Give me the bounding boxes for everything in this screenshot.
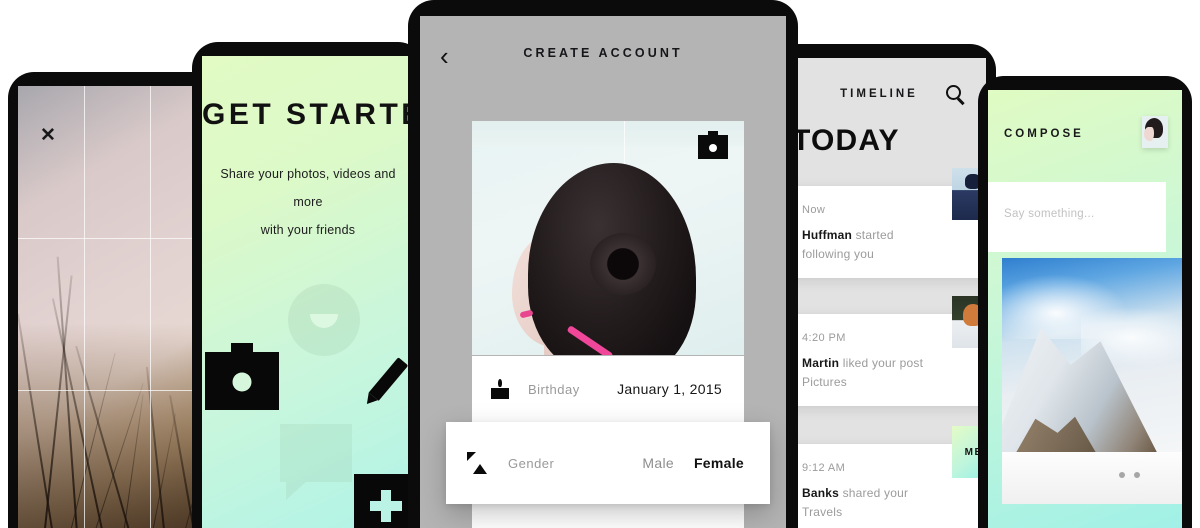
search-icon[interactable] (946, 85, 968, 107)
phone-get-started: GET STARTED Share your photos, videos an… (192, 42, 424, 528)
page-subtitle: Share your photos, videos and more with … (216, 160, 400, 244)
card-timestamp: 9:12 AM (802, 462, 846, 474)
page-heading: TODAY (792, 124, 900, 157)
grid-line-vertical-1 (83, 86, 85, 528)
page-indicator-dots[interactable] (1119, 472, 1140, 478)
card-detail: Travels (802, 505, 843, 519)
cake-icon (472, 379, 528, 399)
form-label: Birthday (528, 381, 580, 397)
gender-option-female[interactable]: Female (694, 455, 744, 471)
card-actor: Huffman (802, 228, 853, 242)
timeline-screen: TIMELINE TODAY Now Huffman started follo… (772, 58, 986, 528)
timeline-header: TIMELINE (772, 84, 986, 114)
card-action: shared your (842, 486, 909, 500)
card-detail: following you (802, 247, 874, 261)
grid-line-horizontal-1 (18, 237, 216, 239)
form-row-gender[interactable]: Gender Male Female (446, 422, 770, 504)
notification-card[interactable]: 4:20 PM Martin liked your post Pictures (786, 296, 986, 406)
mockup-scene: ✕ GET STARTED Share your photos, videos … (0, 0, 1200, 528)
camera-icon[interactable] (698, 131, 728, 159)
card-action: started (855, 228, 894, 242)
create-account-screen: ‹ CREATE ACCOUNT Birthday January 1, 201… (420, 16, 786, 528)
avatar[interactable] (1142, 116, 1168, 148)
card-text: Banks shared your Travels (802, 484, 976, 522)
grid-line-vertical-2 (149, 86, 151, 528)
compose-input-placeholder: Say something... (1004, 208, 1095, 220)
notification-card[interactable]: 9:12 AM Banks shared your Travels MB (786, 426, 986, 528)
card-timestamp: Now (802, 204, 826, 216)
subtitle-line-2: with your friends (260, 223, 356, 237)
page-title: GET STARTED (202, 98, 414, 131)
form-row-birthday[interactable]: Birthday January 1, 2015 (472, 356, 744, 422)
grid-line-horizontal-2 (18, 389, 216, 391)
phone-compose: COMPOSE Say something... (978, 76, 1192, 528)
gender-option-male[interactable]: Male (642, 455, 674, 471)
navigation-bar: ‹ CREATE ACCOUNT (420, 40, 786, 74)
close-icon[interactable]: ✕ (38, 126, 58, 146)
editor-background-photo (18, 86, 216, 528)
compose-toolbar (1002, 452, 1182, 504)
form-label: Gender (508, 455, 555, 471)
card-text: Martin liked your post Pictures (802, 354, 976, 392)
plus-icon[interactable] (354, 474, 414, 528)
notification-card[interactable]: Now Huffman started following you (786, 168, 986, 278)
card-timestamp: 4:20 PM (802, 332, 846, 344)
compose-screen: COMPOSE Say something... (988, 90, 1182, 528)
attached-photo[interactable] (1002, 258, 1182, 452)
card-detail: Pictures (802, 375, 847, 389)
get-started-screen: GET STARTED Share your photos, videos an… (202, 56, 414, 528)
form-row-location[interactable]: Location New York (472, 504, 744, 528)
profile-photo[interactable] (472, 121, 744, 355)
form-value: January 1, 2015 (617, 381, 722, 397)
card-text: Huffman started following you (802, 226, 976, 264)
camera-icon[interactable] (205, 343, 279, 410)
gender-segmented-control[interactable]: Male Female (642, 455, 770, 471)
card-actor: Martin (802, 356, 840, 370)
compose-input[interactable]: Say something... (988, 182, 1166, 252)
photo-editor-screen: ✕ (18, 86, 216, 528)
smiley-icon (288, 284, 360, 356)
gender-icon (446, 452, 508, 474)
subtitle-line-1: Share your photos, videos and more (220, 167, 396, 209)
header-title: COMPOSE (1004, 128, 1084, 140)
phone-create-account: ‹ CREATE ACCOUNT Birthday January 1, 201… (408, 0, 798, 528)
card-action: liked your post (842, 356, 924, 370)
page-title: CREATE ACCOUNT (523, 46, 683, 60)
speech-bubble-icon (280, 424, 352, 500)
card-actor: Banks (802, 486, 840, 500)
